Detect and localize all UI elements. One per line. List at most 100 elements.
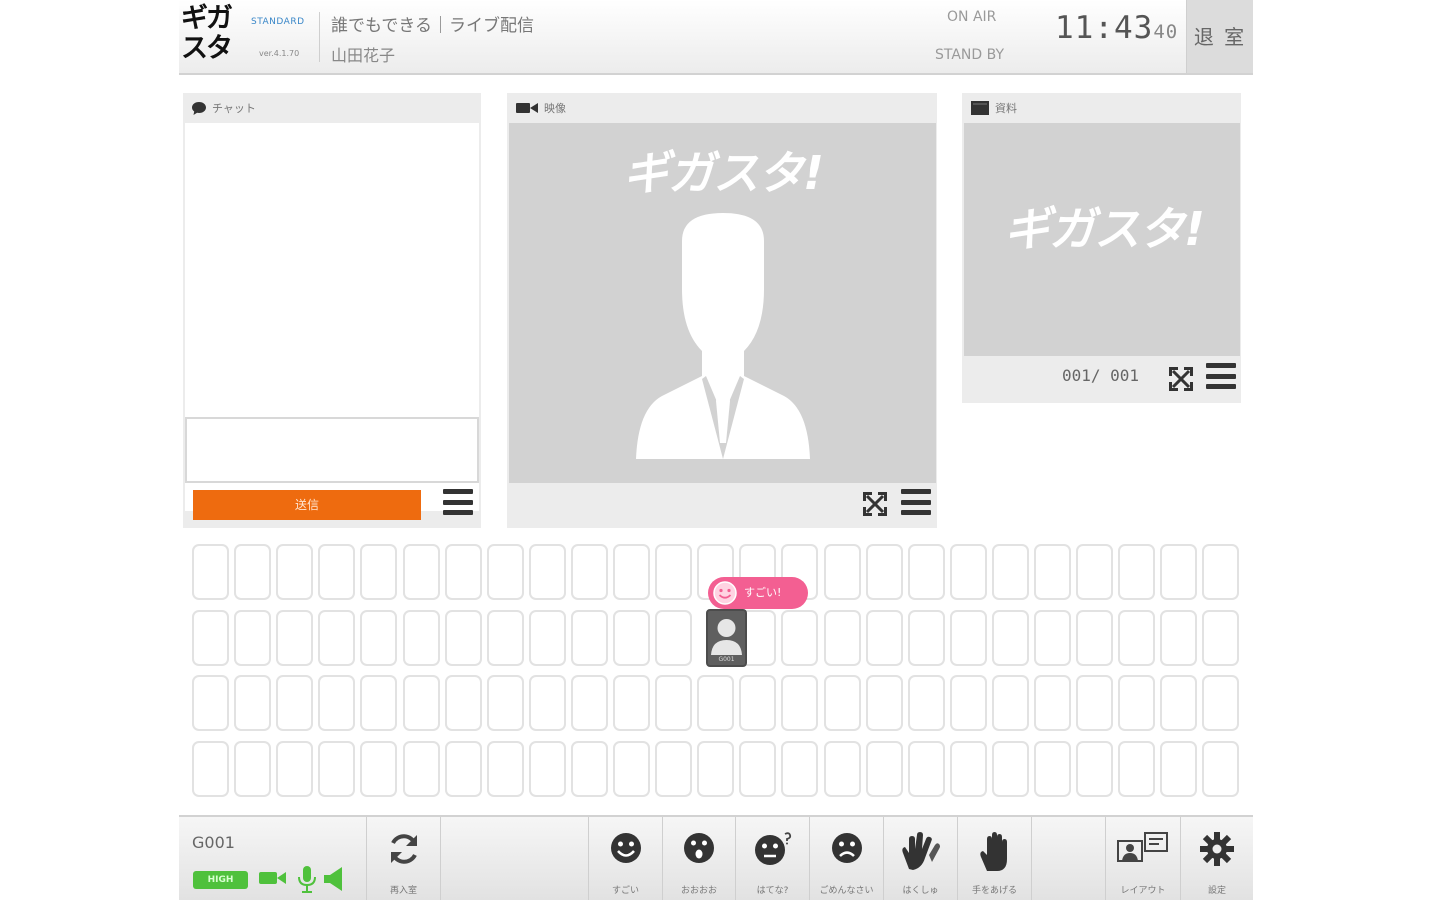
settings-button[interactable]: 設定: [1181, 817, 1253, 900]
empty-seat[interactable]: [234, 675, 272, 731]
microphone-icon[interactable]: [297, 865, 317, 893]
empty-seat[interactable]: [192, 675, 229, 731]
empty-seat[interactable]: [739, 675, 777, 731]
empty-seat[interactable]: [949, 609, 987, 666]
video-expand-icon[interactable]: [861, 490, 889, 518]
empty-seat[interactable]: [444, 740, 482, 797]
document-expand-icon[interactable]: [1167, 365, 1195, 393]
video-menu-icon[interactable]: [901, 489, 931, 515]
empty-seat[interactable]: [1034, 609, 1071, 666]
empty-seat[interactable]: [444, 609, 482, 666]
empty-seat[interactable]: [360, 675, 398, 731]
empty-seat[interactable]: [1034, 675, 1071, 731]
empty-seat[interactable]: [781, 609, 819, 666]
empty-seat[interactable]: [1160, 609, 1198, 666]
empty-seat[interactable]: [1076, 609, 1114, 666]
empty-seat[interactable]: [613, 675, 650, 731]
empty-seat[interactable]: [360, 609, 398, 666]
empty-seat[interactable]: [570, 544, 608, 600]
empty-seat[interactable]: [991, 609, 1029, 666]
empty-seat[interactable]: [1118, 675, 1156, 731]
empty-seat[interactable]: [1160, 675, 1198, 731]
empty-seat[interactable]: [1034, 740, 1071, 797]
empty-seat[interactable]: [655, 609, 693, 666]
speaker-icon[interactable]: [324, 867, 344, 891]
empty-seat[interactable]: [823, 675, 861, 731]
empty-seat[interactable]: [613, 544, 650, 600]
empty-seat[interactable]: [570, 675, 608, 731]
empty-seat[interactable]: [949, 675, 987, 731]
empty-seat[interactable]: [528, 544, 566, 600]
empty-seat[interactable]: [697, 675, 735, 731]
exit-room-button[interactable]: 退 室: [1186, 0, 1253, 73]
empty-seat[interactable]: [234, 740, 272, 797]
empty-seat[interactable]: [949, 544, 987, 600]
sorry-reaction-button[interactable]: ごめんなさい: [810, 817, 884, 900]
empty-seat[interactable]: [402, 544, 440, 600]
empty-seat[interactable]: [276, 544, 314, 600]
empty-seat[interactable]: [823, 740, 861, 797]
empty-seat[interactable]: [781, 675, 819, 731]
empty-seat[interactable]: [991, 544, 1029, 600]
document-view[interactable]: ギガスタ!: [964, 123, 1240, 356]
empty-seat[interactable]: [360, 740, 398, 797]
empty-seat[interactable]: [1202, 609, 1240, 666]
empty-seat[interactable]: [823, 544, 861, 600]
reconnect-button[interactable]: 再入室: [367, 817, 441, 900]
chat-menu-icon[interactable]: [443, 489, 473, 515]
empty-seat[interactable]: [613, 609, 650, 666]
empty-seat[interactable]: [1118, 740, 1156, 797]
empty-seat[interactable]: [655, 675, 693, 731]
empty-seat[interactable]: [907, 609, 945, 666]
empty-seat[interactable]: [570, 609, 608, 666]
empty-seat[interactable]: [402, 740, 440, 797]
empty-seat[interactable]: [739, 740, 777, 797]
empty-seat[interactable]: [360, 544, 398, 600]
empty-seat[interactable]: [276, 740, 314, 797]
chat-input[interactable]: [185, 417, 479, 483]
empty-seat[interactable]: [528, 740, 566, 797]
empty-seat[interactable]: [697, 740, 735, 797]
great-reaction-button[interactable]: すごい: [589, 817, 663, 900]
empty-seat[interactable]: [949, 740, 987, 797]
empty-seat[interactable]: [991, 740, 1029, 797]
empty-seat[interactable]: [318, 740, 356, 797]
empty-seat[interactable]: [318, 675, 356, 731]
surprised-reaction-button[interactable]: おおおお: [663, 817, 736, 900]
empty-seat[interactable]: [234, 609, 272, 666]
empty-seat[interactable]: [486, 544, 524, 600]
empty-seat[interactable]: [907, 740, 945, 797]
empty-seat[interactable]: [1076, 740, 1114, 797]
empty-seat[interactable]: [865, 544, 903, 600]
empty-seat[interactable]: [402, 609, 440, 666]
document-menu-icon[interactable]: [1206, 363, 1236, 389]
empty-seat[interactable]: [1118, 609, 1156, 666]
empty-seat[interactable]: [402, 675, 440, 731]
empty-seat[interactable]: [781, 740, 819, 797]
empty-seat[interactable]: [192, 740, 229, 797]
empty-seat[interactable]: [192, 544, 229, 600]
layout-button[interactable]: レイアウト: [1106, 817, 1181, 900]
empty-seat[interactable]: [276, 675, 314, 731]
empty-seat[interactable]: [1076, 675, 1114, 731]
raise-hand-button[interactable]: 手をあげる: [958, 817, 1032, 900]
empty-seat[interactable]: [444, 544, 482, 600]
empty-seat[interactable]: [1076, 544, 1114, 600]
empty-seat[interactable]: [1160, 740, 1198, 797]
quality-badge[interactable]: HIGH: [193, 871, 248, 889]
empty-seat[interactable]: [1202, 675, 1240, 731]
empty-seat[interactable]: [907, 675, 945, 731]
empty-seat[interactable]: [1118, 544, 1156, 600]
empty-seat[interactable]: [1202, 544, 1240, 600]
empty-seat[interactable]: [192, 609, 229, 666]
empty-seat[interactable]: [1034, 544, 1071, 600]
empty-seat[interactable]: [486, 740, 524, 797]
camera-icon[interactable]: [259, 869, 287, 887]
empty-seat[interactable]: [528, 675, 566, 731]
empty-seat[interactable]: [486, 675, 524, 731]
empty-seat[interactable]: [823, 609, 861, 666]
clap-reaction-button[interactable]: はくしゅ: [884, 817, 958, 900]
empty-seat[interactable]: [1202, 740, 1240, 797]
send-button[interactable]: 送信: [193, 490, 421, 520]
empty-seat[interactable]: [655, 544, 693, 600]
